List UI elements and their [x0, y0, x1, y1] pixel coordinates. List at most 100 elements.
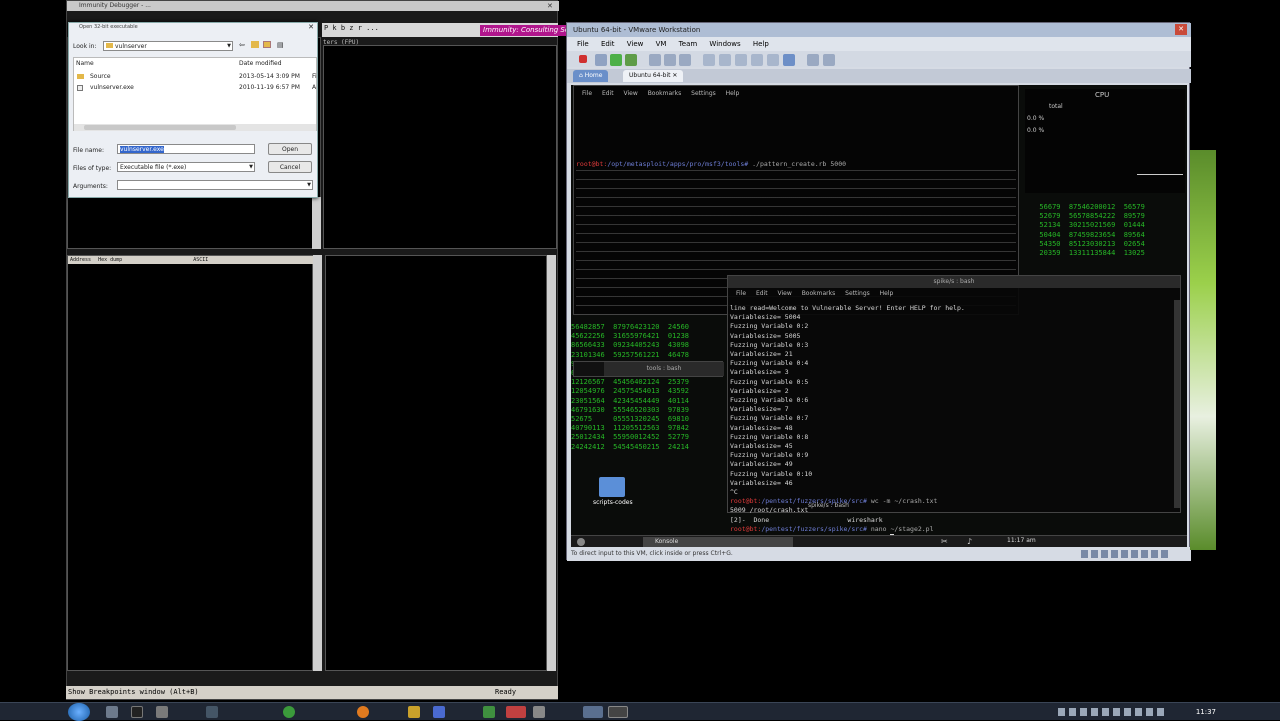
kmenu-settings[interactable]: Settings [845, 290, 870, 297]
back-icon[interactable]: ⇦ [239, 41, 245, 49]
file-row[interactable]: Source 2013-05-14 3:09 PM Fi [76, 72, 317, 82]
view-quick-switch-icon[interactable] [751, 54, 763, 66]
konsole-taskbar-item[interactable]: Konsole [643, 537, 793, 547]
app-icon[interactable] [483, 706, 495, 718]
file-row[interactable]: vulnserver.exe 2010-11-19 6:57 PM A [76, 83, 316, 93]
tab-ubuntu-label: Ubuntu 64-bit [629, 72, 671, 79]
view-console-icon[interactable] [735, 54, 747, 66]
manage-snapshots-icon[interactable] [679, 54, 691, 66]
look-in-select[interactable]: vulnserver ▼ [103, 41, 233, 51]
network-icon[interactable]: ✂ [941, 537, 948, 546]
toolbar-letters[interactable]: P k b z r ... [324, 24, 379, 32]
stop-icon[interactable] [579, 55, 587, 63]
kmenu-help[interactable]: Help [726, 90, 740, 97]
tray-icons[interactable] [1058, 708, 1168, 716]
up-folder-icon[interactable] [251, 41, 259, 48]
firefox-icon[interactable] [357, 706, 369, 718]
settings-icon[interactable] [807, 54, 819, 66]
stack-scrollbar[interactable] [547, 255, 556, 671]
devices-icon[interactable] [823, 54, 835, 66]
start-button[interactable] [68, 703, 90, 721]
konsole-tools-window[interactable]: tools : bash [573, 361, 724, 377]
tab-home[interactable]: ⌂ Home [573, 70, 609, 82]
chrome-icon[interactable] [283, 706, 295, 718]
spike-line: Variablesize= 7 [730, 405, 789, 414]
play-icon[interactable] [610, 54, 622, 66]
cmd-icon[interactable] [131, 706, 143, 718]
command-line: root@bt:/pentest/fuzzers/spike/src# nano… [730, 525, 1170, 534]
kmenu-help[interactable]: Help [880, 290, 894, 297]
matrix-background-right: 56679 87546200012 56579 52679 5657885422… [1039, 203, 1145, 258]
explorer-icon[interactable] [106, 706, 118, 718]
panel-clock: 11:17 am [1007, 537, 1036, 544]
arguments-input[interactable]: ▼ [117, 180, 313, 190]
vmware-close-button[interactable]: ✕ [1175, 24, 1187, 35]
guest-screen[interactable]: 56482857 87976423120 24560 45622256 3165… [571, 85, 1187, 547]
kmenu-edit[interactable]: Edit [602, 90, 614, 97]
immunity-icon[interactable] [506, 706, 526, 718]
menu-team[interactable]: Team [679, 40, 698, 48]
column-date-header[interactable]: Date modified [239, 60, 282, 67]
media-icon[interactable] [206, 706, 218, 718]
new-folder-icon[interactable] [263, 41, 271, 48]
volume-icon[interactable]: ♪ [967, 537, 972, 546]
kmenu-bookmarks[interactable]: Bookmarks [648, 90, 682, 97]
view-tabs-icon[interactable] [767, 54, 779, 66]
dialog-close-button[interactable]: ✕ [308, 23, 314, 31]
menu-edit[interactable]: Edit [601, 40, 615, 48]
snapshot-icon[interactable] [649, 54, 661, 66]
konsole-spike-tab[interactable]: spike/s : bash [808, 502, 849, 509]
column-name-header[interactable]: Name [76, 60, 94, 67]
desktop-icon-label[interactable]: scripts-codes [593, 499, 633, 506]
view-unity-icon[interactable] [719, 54, 731, 66]
pause-icon[interactable] [595, 54, 607, 66]
view-fullscreen-icon[interactable] [703, 54, 715, 66]
file-name-input[interactable]: vulnserver.exe [117, 144, 255, 154]
kmenu-edit[interactable]: Edit [756, 290, 768, 297]
kmenu-settings[interactable]: Settings [691, 90, 716, 97]
kmenu-file[interactable]: File [582, 90, 592, 97]
debugger-close-button[interactable]: ✕ [547, 2, 555, 10]
menu-help[interactable]: Help [753, 40, 769, 48]
kmenu-bookmarks[interactable]: Bookmarks [802, 290, 836, 297]
dump-scrollbar[interactable] [313, 255, 322, 671]
kmenu-view[interactable]: View [778, 290, 792, 297]
kmenu-view[interactable]: View [624, 90, 638, 97]
menu-file[interactable]: File [577, 40, 589, 48]
close-icon[interactable]: ✕ [672, 72, 677, 79]
konsole-spike-window[interactable]: spike/s : bash File Edit View Bookmarks … [727, 275, 1181, 543]
dump-pane[interactable]: Address Hex dump ASCII [67, 255, 314, 671]
reset-icon[interactable] [625, 54, 637, 66]
revert-icon[interactable] [664, 54, 676, 66]
prompt: root@bt: [730, 497, 762, 506]
kmenu-file[interactable]: File [736, 290, 746, 297]
view-menu-icon[interactable]: ▤ [277, 41, 284, 49]
kde-menu-icon[interactable] [577, 538, 585, 546]
pane-scrollbar[interactable] [312, 197, 321, 249]
app-icon[interactable] [533, 706, 545, 718]
app-icon[interactable] [433, 706, 445, 718]
open-button[interactable]: Open [268, 143, 312, 155]
view-thumbnail-icon[interactable] [783, 54, 795, 66]
desktop-folder-icon[interactable] [599, 477, 625, 497]
app-icon[interactable] [608, 706, 628, 718]
file-type-select[interactable]: Executable file (*.exe) ▼ [117, 162, 255, 172]
spike-line: line read=Welcome to Vulnerable Server! … [730, 304, 965, 312]
vmware-icon[interactable] [583, 706, 603, 718]
dialog-title: Open 32-bit executable [79, 24, 138, 30]
app-icon[interactable] [408, 706, 420, 718]
cancel-button[interactable]: Cancel [268, 161, 312, 173]
horizontal-scrollbar[interactable] [74, 124, 316, 131]
stack-pane[interactable] [325, 255, 547, 671]
spike-line: Variablesize= 46 [730, 478, 793, 487]
device-icons[interactable] [1081, 550, 1171, 558]
file-list[interactable]: Name Date modified Source 2013-05-14 3:0… [73, 57, 317, 131]
menu-view[interactable]: View [627, 40, 644, 48]
registers-pane[interactable] [323, 45, 557, 249]
tab-ubuntu[interactable]: Ubuntu 64-bit ✕ [623, 70, 684, 82]
app-icon[interactable] [156, 706, 168, 718]
konsole-scrollbar[interactable] [1174, 300, 1180, 508]
taskbar-clock[interactable]: 11:37 [1196, 703, 1216, 721]
menu-vm[interactable]: VM [656, 40, 667, 48]
menu-windows[interactable]: Windows [709, 40, 740, 48]
